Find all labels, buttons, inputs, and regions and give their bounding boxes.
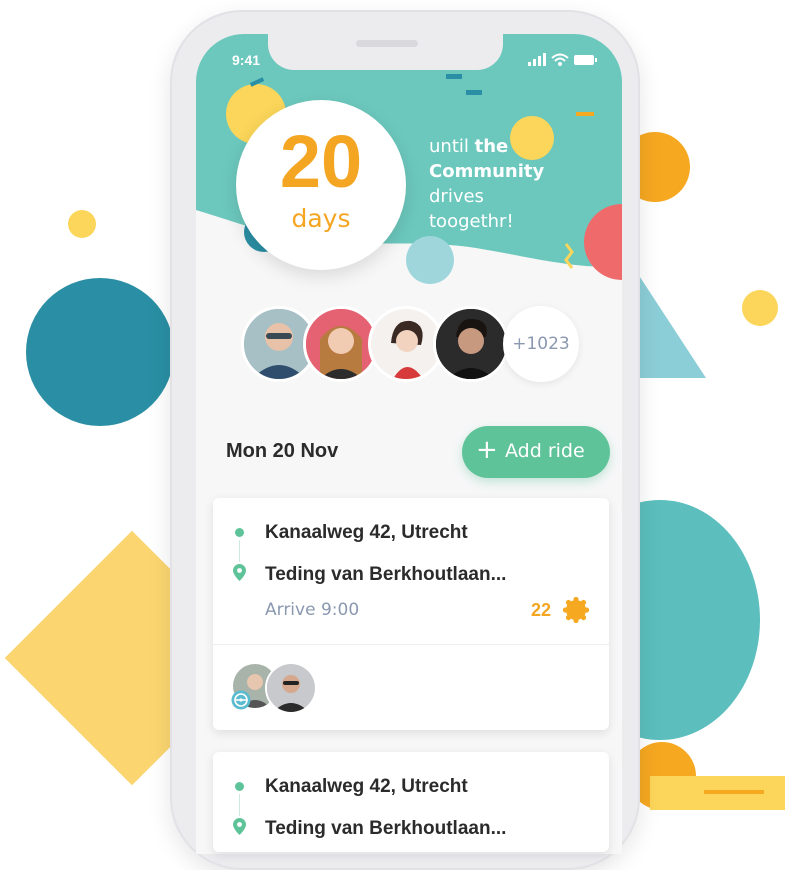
participants-more-count[interactable]: +1023 xyxy=(503,306,579,382)
countdown-number: 20 xyxy=(279,120,363,203)
caption-line4: toogethr! xyxy=(429,211,514,232)
destination-pin-icon xyxy=(233,564,246,581)
ride-points: 22 xyxy=(531,600,552,620)
speaker-grille xyxy=(356,40,418,47)
ride-destination: Teding van Berkhoutlaan... xyxy=(265,564,507,585)
decor-triangle xyxy=(630,274,706,378)
status-time: 9:41 xyxy=(232,52,261,68)
ride-card[interactable]: Kanaalweg 42, Utrecht Teding van Berkhou… xyxy=(213,752,609,852)
ride-driver-avatar[interactable] xyxy=(265,662,317,714)
card-divider xyxy=(213,644,609,645)
add-ride-label: Add ride xyxy=(505,440,585,462)
caption-line3: drives xyxy=(429,186,484,207)
phone-notch xyxy=(268,30,503,70)
decor-dot-small xyxy=(68,210,96,238)
rides-date-heading: Mon 20 Nov xyxy=(226,440,339,462)
decor-circle-teal xyxy=(26,278,174,426)
caption-line2: Community xyxy=(429,161,545,182)
destination-pin-icon xyxy=(233,818,246,835)
decor-bar-stripe xyxy=(704,790,764,794)
ride-origin: Kanaalweg 42, Utrecht xyxy=(265,776,468,797)
participants-extra-label: +1023 xyxy=(512,334,570,354)
countdown-caption: until the Community drives toogethr! xyxy=(429,134,544,234)
coin-icon xyxy=(563,597,589,623)
avatar-participant-4[interactable] xyxy=(433,306,509,382)
decor-dot-right xyxy=(742,290,778,326)
caption-line1-bold: the xyxy=(474,136,509,157)
countdown-badge: 20 days xyxy=(236,100,406,270)
ride-arrive-time: Arrive 9:00 xyxy=(265,600,360,620)
countdown-unit: days xyxy=(291,204,351,233)
origin-dot-icon xyxy=(235,528,244,537)
route-line xyxy=(239,540,240,562)
wifi-icon xyxy=(551,53,569,66)
caption-line1-prefix: until xyxy=(429,136,475,157)
battery-icon xyxy=(574,55,597,65)
steering-wheel-icon xyxy=(231,690,251,710)
add-ride-button[interactable]: + Add ride xyxy=(462,426,610,478)
signal-icon xyxy=(528,53,546,66)
ride-origin: Kanaalweg 42, Utrecht xyxy=(265,522,468,543)
ride-card[interactable]: Kanaalweg 42, Utrecht Teding van Berkhou… xyxy=(213,498,609,730)
status-icons xyxy=(528,52,598,71)
ride-destination: Teding van Berkhoutlaan... xyxy=(265,818,507,839)
origin-dot-icon xyxy=(235,782,244,791)
route-line xyxy=(239,794,240,816)
plus-icon: + xyxy=(476,435,498,465)
